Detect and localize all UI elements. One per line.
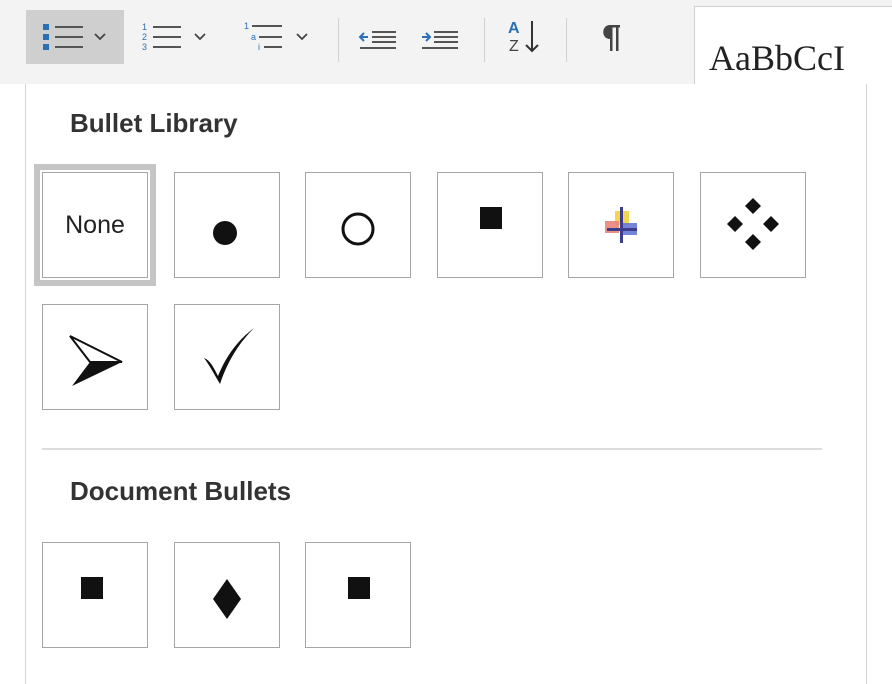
document-bullet-square-1[interactable] — [42, 542, 148, 648]
sort-az-icon: A Z — [508, 20, 539, 55]
multilevel-list-button[interactable]: 1 a i — [232, 10, 322, 64]
toolbar-separator — [484, 18, 485, 62]
svg-text:1: 1 — [142, 22, 147, 32]
section-divider — [42, 448, 822, 450]
svg-text:1: 1 — [244, 21, 249, 31]
bullet-library-heading: Bullet Library — [70, 108, 238, 138]
numbering-split-button[interactable]: 1 2 3 — [130, 10, 220, 64]
multilevel-list-icon: 1 a i — [244, 21, 282, 52]
numbering-button[interactable]: 1 2 3 — [130, 10, 220, 64]
square-bullet-icon — [81, 577, 103, 599]
increase-indent-button[interactable] — [412, 10, 470, 64]
pilcrow-icon — [603, 25, 620, 51]
bullet-option-multicolor-cross[interactable] — [568, 172, 674, 278]
multicolor-cross-bullet-icon — [605, 207, 637, 243]
filled-circle-bullet-icon — [213, 221, 237, 245]
chevron-down-icon[interactable] — [189, 10, 211, 64]
chevron-down-icon[interactable] — [89, 10, 111, 64]
style-preview-text: AaBbCcI — [709, 38, 845, 78]
svg-text:2: 2 — [142, 32, 147, 42]
bullet-option-filled-square[interactable] — [437, 172, 543, 278]
four-diamond-bullet-icon — [727, 198, 779, 250]
hollow-circle-bullet-icon — [341, 212, 375, 246]
toolbar-separator — [566, 18, 567, 62]
document-bullet-square-2[interactable] — [305, 542, 411, 648]
square-bullet-icon — [348, 577, 370, 599]
numbered-list-icon: 1 2 3 — [142, 22, 181, 52]
toolbar-separator — [338, 18, 339, 62]
chevron-down-icon[interactable] — [291, 10, 313, 64]
multilevel-list-split-button[interactable]: 1 a i — [232, 10, 322, 64]
svg-text:Z: Z — [509, 38, 519, 55]
bullet-list-icon — [43, 24, 83, 50]
sort-button[interactable]: A Z — [494, 10, 556, 64]
increase-indent-icon — [422, 31, 458, 49]
ribbon-paragraph-group: 1 2 3 1 a i A Z AaBbCcI — [0, 0, 892, 84]
show-hide-button[interactable] — [580, 10, 642, 64]
document-bullet-diamond[interactable] — [174, 542, 280, 648]
arrowhead-bullet-icon — [69, 335, 123, 386]
svg-text:i: i — [258, 42, 260, 52]
svg-text:A: A — [508, 20, 520, 37]
styles-gallery-preview[interactable]: AaBbCcI — [694, 6, 892, 84]
bullet-option-hollow-circle[interactable] — [305, 172, 411, 278]
bullet-none-label: None — [65, 210, 125, 239]
document-bullets-heading: Document Bullets — [70, 476, 292, 506]
filled-square-bullet-icon — [480, 207, 502, 229]
svg-text:3: 3 — [142, 42, 147, 52]
bullet-option-checkmark[interactable] — [174, 304, 280, 410]
decrease-indent-button[interactable] — [350, 10, 408, 64]
bullets-button[interactable] — [26, 10, 124, 64]
bullets-split-button[interactable] — [26, 10, 124, 64]
bullet-option-filled-circle[interactable] — [174, 172, 280, 278]
bullet-option-arrowhead[interactable] — [42, 304, 148, 410]
diamond-bullet-icon — [213, 579, 241, 619]
svg-text:a: a — [251, 32, 256, 42]
bullet-option-four-diamonds[interactable] — [700, 172, 806, 278]
decrease-indent-icon — [358, 31, 396, 49]
checkmark-bullet-icon — [204, 328, 254, 384]
bullet-option-none[interactable]: None — [34, 164, 156, 286]
